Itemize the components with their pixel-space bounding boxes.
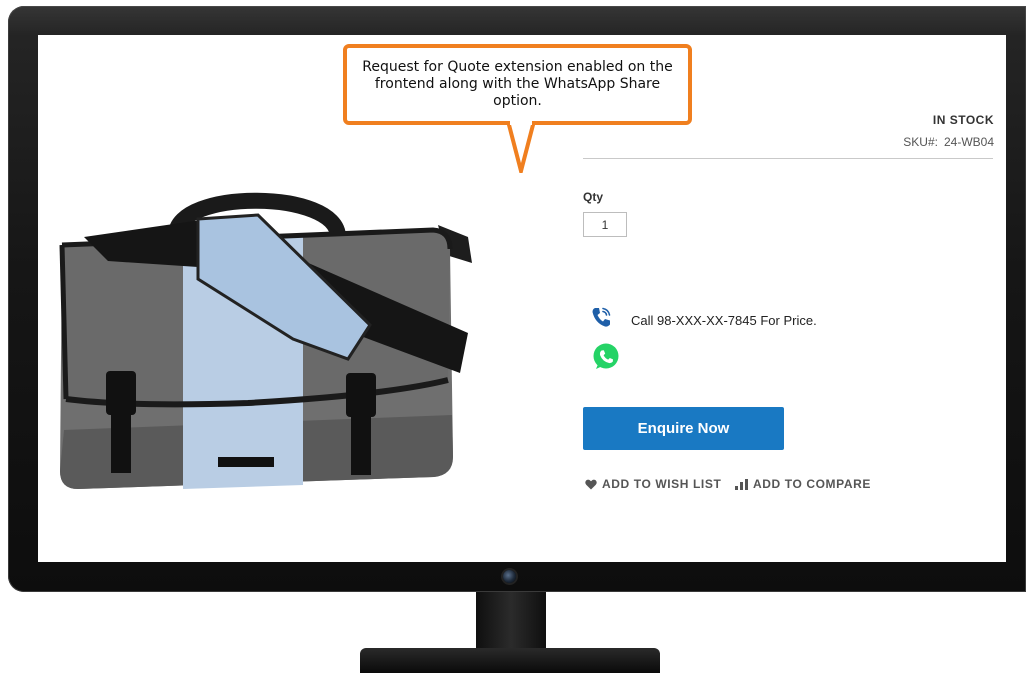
monitor-stand-neck bbox=[476, 592, 546, 652]
heart-icon bbox=[585, 479, 597, 489]
callout-text: Request for Quote extension enabled on t… bbox=[362, 59, 673, 109]
monitor-sheen bbox=[8, 6, 1026, 36]
call-for-price-text: Call 98-XXX-XX-7845 For Price. bbox=[631, 313, 817, 328]
qty-input[interactable] bbox=[583, 212, 627, 237]
callout-box: Request for Quote extension enabled on t… bbox=[343, 44, 692, 125]
webcam bbox=[503, 570, 516, 583]
add-to-compare-link[interactable]: ADD TO COMPARE bbox=[735, 477, 871, 491]
enquire-now-button[interactable]: Enquire Now bbox=[583, 407, 784, 450]
callout-tail bbox=[506, 121, 536, 173]
qty-label: Qty bbox=[583, 190, 604, 204]
sku-label: SKU#: bbox=[903, 135, 938, 149]
stock-status: IN STOCK bbox=[932, 113, 994, 127]
compare-label: ADD TO COMPARE bbox=[753, 477, 871, 491]
monitor-stand-base bbox=[360, 648, 660, 673]
phone-icon bbox=[592, 307, 611, 327]
whatsapp-icon[interactable] bbox=[591, 342, 621, 372]
sku-value: 24-WB04 bbox=[943, 135, 994, 149]
compare-bars-icon bbox=[735, 478, 748, 490]
sku-row: SKU#: 24-WB04 bbox=[903, 135, 994, 149]
divider bbox=[583, 158, 993, 159]
add-to-wishlist-link[interactable]: ADD TO WISH LIST bbox=[585, 477, 721, 491]
messenger-bag-image bbox=[59, 192, 472, 489]
wishlist-label: ADD TO WISH LIST bbox=[602, 477, 722, 491]
